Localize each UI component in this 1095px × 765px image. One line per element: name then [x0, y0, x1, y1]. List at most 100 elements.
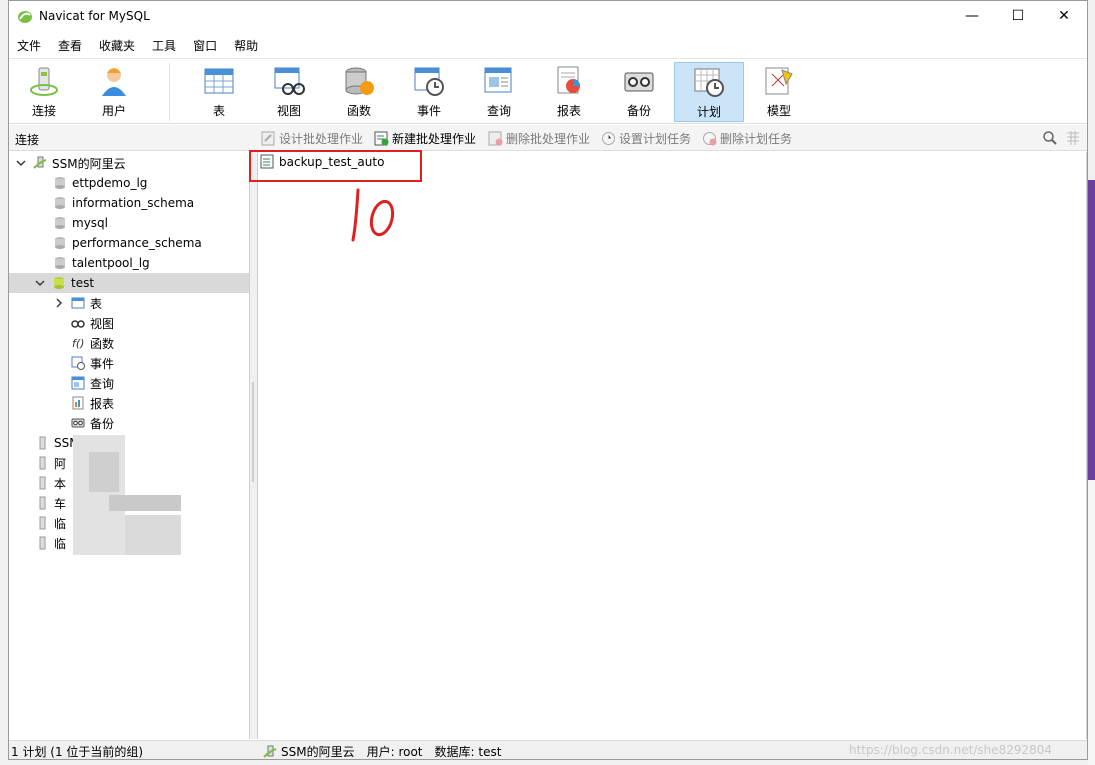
report-icon [72, 396, 84, 410]
toolbar-backup-button[interactable]: 备份 [604, 62, 674, 122]
minimize-button[interactable]: — [949, 1, 995, 31]
database-icon [55, 237, 65, 249]
toolbar-function-button[interactable]: 函数 [324, 62, 394, 122]
report-icon [557, 66, 580, 94]
tree-database-selected[interactable]: test [9, 273, 249, 293]
event-icon [71, 356, 85, 370]
tree-object-events[interactable]: 事件 [71, 353, 114, 373]
connection-icon [39, 516, 46, 530]
view-icon [71, 320, 85, 328]
close-button[interactable]: ✕ [1041, 1, 1087, 31]
menu-favorites[interactable]: 收藏夹 [95, 37, 148, 54]
tree-connection[interactable]: 阿 [35, 453, 66, 473]
design-job-icon [261, 131, 275, 146]
status-bar: 1 计划 (1 位于当前的组) SSM的阿里云 用户: root 数据库: te… [9, 740, 1087, 759]
tree-object-queries[interactable]: 查询 [71, 373, 114, 393]
toolbar-event-button[interactable]: 事件 [394, 62, 464, 122]
toolbar-label: 连接 [31, 104, 56, 118]
tree-label: 视图 [90, 316, 115, 331]
new-batch-job-button[interactable]: 新建批处理作业 [374, 130, 476, 147]
tree-connection[interactable]: 车 [35, 493, 66, 513]
toolbar-query-button[interactable]: 查询 [464, 62, 534, 122]
toolbar-label: 查询 [486, 104, 511, 118]
search-icon[interactable] [1042, 130, 1058, 146]
tree-connection[interactable]: 临 [35, 513, 66, 533]
toolbar-user-button[interactable]: 用户 [79, 62, 149, 122]
function-icon [345, 67, 374, 95]
tree-label: 备份 [90, 416, 115, 431]
object-toolbar: 连接 设计批处理作业 新建批处理作业 删除批处理作业 设置计划任务 删除计划任务 [9, 125, 1087, 151]
toolbar-view-button[interactable]: 视图 [254, 62, 324, 122]
status-connection-name: SSM的阿里云 [281, 745, 355, 759]
toolbar-model-button[interactable]: 模型 [744, 62, 814, 122]
action-label: 设置计划任务 [619, 132, 692, 146]
chevron-down-icon[interactable] [34, 277, 46, 289]
connection-icon [39, 496, 46, 510]
menu-file[interactable]: 文件 [13, 37, 54, 54]
close-icon: ✕ [1058, 8, 1070, 24]
toolbar-separator [169, 63, 170, 121]
splitter-grip-icon [252, 382, 254, 482]
menu-tools[interactable]: 工具 [148, 37, 189, 54]
connection-icon [39, 436, 46, 450]
background-window-strip [1088, 180, 1095, 480]
database-icon [55, 177, 65, 189]
window-title: Navicat for MySQL [39, 9, 150, 23]
tree-object-tables[interactable]: 表 [53, 293, 102, 313]
tree-label: 查询 [90, 376, 115, 391]
delete-job-icon [488, 131, 503, 146]
redacted-block [109, 495, 181, 511]
tree-label: 本 [54, 476, 67, 491]
tree-label: talentpool_lg [72, 256, 150, 270]
chevron-right-icon[interactable] [53, 297, 65, 309]
handwritten-annotation [351, 188, 395, 242]
svg-text:f(): f() [72, 337, 84, 350]
new-job-icon [374, 131, 389, 146]
database-icon [55, 217, 65, 229]
query-icon [484, 67, 512, 93]
connection-icon [39, 476, 46, 490]
menu-help[interactable]: 帮助 [230, 37, 271, 54]
toolbar-label: 函数 [346, 104, 371, 118]
tree-database[interactable]: ettpdemo_lg [53, 173, 147, 193]
delete-scheduled-task-button[interactable]: 删除计划任务 [702, 130, 792, 147]
tree-connection[interactable]: 临 [35, 533, 66, 553]
toolbar-report-button[interactable]: 报表 [534, 62, 604, 122]
grid-view-icon[interactable] [1065, 130, 1081, 146]
action-label: 新建批处理作业 [392, 132, 477, 146]
tree-label: 函数 [90, 336, 115, 351]
maximize-button[interactable]: ☐ [995, 1, 1041, 31]
toolbar-schedule-button[interactable]: 计划 [674, 62, 744, 122]
toolbar-label: 表 [212, 104, 225, 118]
panel-splitter[interactable] [250, 152, 257, 739]
tree-object-views[interactable]: 视图 [71, 313, 114, 333]
tree-connection[interactable]: 本 [35, 473, 66, 493]
design-batch-job-button[interactable]: 设计批处理作业 [261, 130, 363, 147]
set-scheduled-task-button[interactable]: 设置计划任务 [601, 130, 691, 147]
tree-object-reports[interactable]: 报表 [71, 393, 114, 413]
tree-database[interactable]: information_schema [53, 193, 194, 213]
toolbar-connection-button[interactable]: 连接 [9, 62, 79, 122]
chevron-down-icon[interactable] [15, 157, 27, 169]
connection-icon [39, 456, 46, 470]
table-icon [71, 297, 85, 309]
navicat-window: Navicat for MySQL — ☐ ✕ 文件 查看 收藏夹 工具 窗口 … [8, 0, 1088, 760]
menu-window[interactable]: 窗口 [189, 37, 230, 54]
database-open-icon [54, 277, 64, 289]
tree-database[interactable]: performance_schema [53, 233, 202, 253]
tree-label: performance_schema [72, 236, 202, 250]
toolbar-table-button[interactable]: 表 [184, 62, 254, 122]
tree-object-backups[interactable]: 备份 [71, 413, 114, 433]
watermark-text: https://blog.csdn.net/she8292804 [849, 743, 1053, 757]
batch-job-item[interactable]: backup_test_auto [249, 150, 422, 182]
tree-database[interactable]: talentpool_lg [53, 253, 150, 273]
connection-tree: SSM的阿里云 ettpdemo_lg information_schema m… [9, 152, 250, 739]
menu-view[interactable]: 查看 [54, 37, 95, 54]
status-count: 1 计划 (1 位于当前的组) [11, 745, 144, 759]
event-icon [414, 67, 444, 96]
tree-database[interactable]: mysql [53, 213, 108, 233]
action-label: 删除计划任务 [720, 132, 793, 146]
delete-batch-job-button[interactable]: 删除批处理作业 [488, 130, 590, 147]
tree-connection-root[interactable]: SSM的阿里云 [15, 153, 126, 173]
tree-object-functions[interactable]: f() 函数 [71, 333, 114, 353]
